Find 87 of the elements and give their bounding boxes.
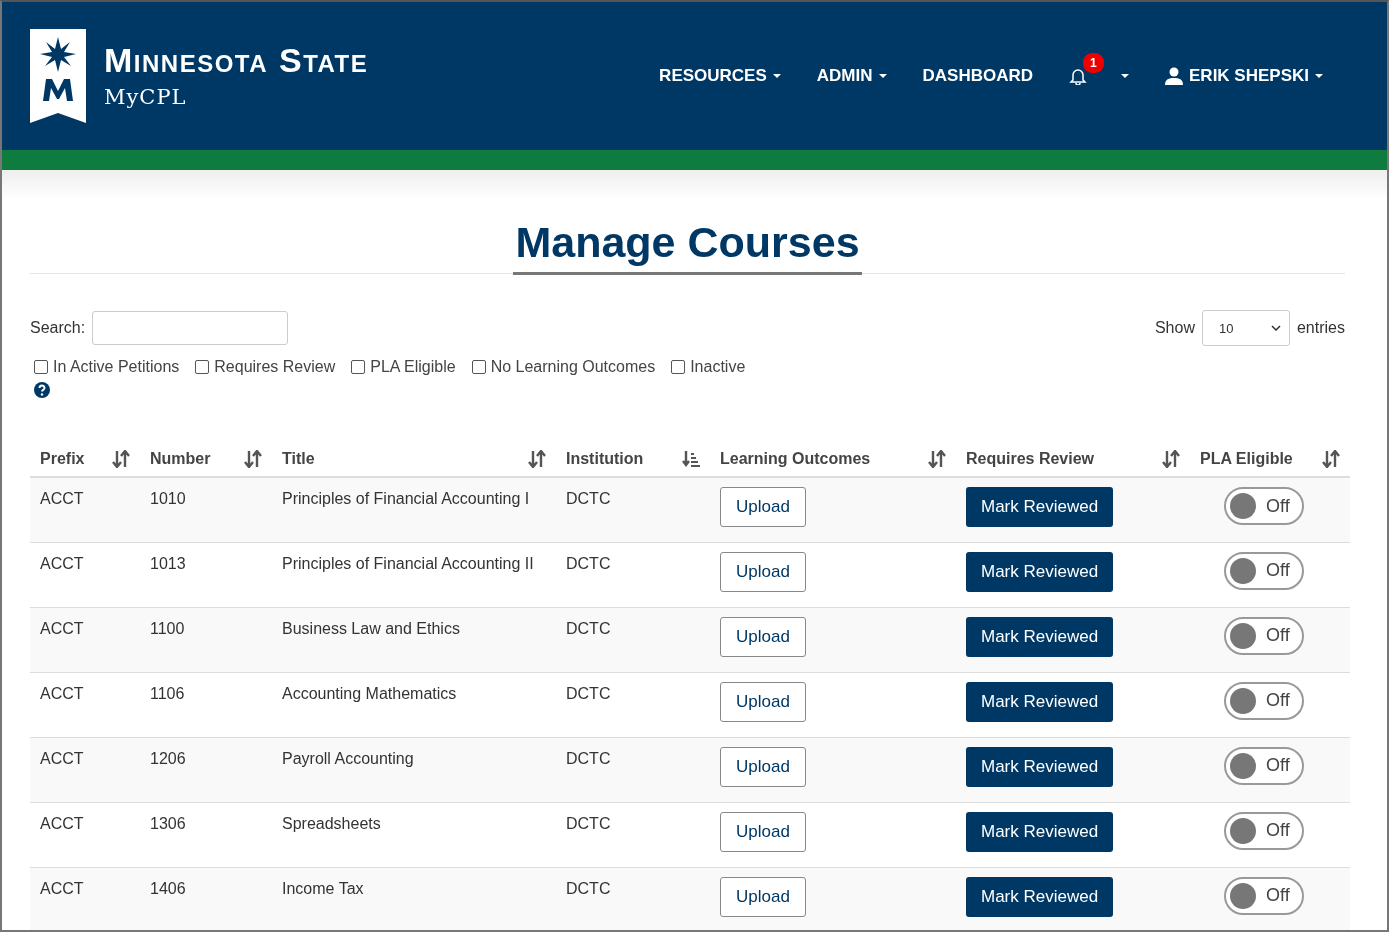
table-cell: 1406 bbox=[150, 879, 186, 897]
page-title: Manage Courses bbox=[513, 218, 862, 275]
brand-name: Minnesota State bbox=[104, 43, 369, 77]
column-header[interactable]: Title bbox=[282, 450, 315, 468]
table-cell: 1206 bbox=[150, 749, 186, 767]
filter-checkbox[interactable]: Requires Review bbox=[195, 358, 336, 376]
mark-reviewed-button[interactable]: Mark Reviewed bbox=[966, 616, 1114, 657]
search-label: Search: bbox=[30, 319, 86, 337]
user-menu[interactable]: ERIK SHEPSKI bbox=[1165, 66, 1323, 86]
user-icon bbox=[1165, 67, 1183, 85]
search-field[interactable] bbox=[92, 311, 289, 345]
filter-checkbox[interactable]: No Learning Outcomes bbox=[471, 358, 656, 376]
pla-toggle[interactable]: Off bbox=[1224, 681, 1304, 720]
table-cell: ACCT bbox=[40, 554, 84, 572]
mark-reviewed-button[interactable]: Mark Reviewed bbox=[966, 811, 1114, 852]
sort-ascending-icon[interactable] bbox=[682, 450, 700, 468]
pla-toggle[interactable]: Off bbox=[1224, 551, 1304, 590]
sort-icon[interactable] bbox=[1322, 450, 1340, 468]
upload-button[interactable]: Upload bbox=[720, 551, 806, 592]
product-name: MyCPL bbox=[104, 85, 188, 109]
show-label: Show bbox=[1154, 319, 1195, 337]
filter-checkbox[interactable]: Inactive bbox=[671, 358, 746, 376]
column-header[interactable]: Requires Review bbox=[966, 450, 1095, 468]
table-cell: ACCT bbox=[40, 879, 84, 897]
filter-checkbox[interactable]: PLA Eligible bbox=[351, 358, 456, 376]
help-icon[interactable] bbox=[34, 382, 50, 398]
mark-reviewed-button[interactable]: Mark Reviewed bbox=[966, 487, 1114, 527]
notification-count: 1 bbox=[1083, 53, 1104, 73]
table-cell: DCTC bbox=[566, 554, 611, 572]
table-cell: Business Law and Ethics bbox=[282, 619, 460, 637]
upload-button[interactable]: Upload bbox=[720, 811, 806, 852]
table-cell: ACCT bbox=[40, 684, 84, 702]
table-cell: 1106 bbox=[150, 684, 185, 702]
mark-reviewed-button[interactable]: Mark Reviewed bbox=[966, 681, 1114, 722]
table-cell: DCTC bbox=[566, 684, 611, 702]
mark-reviewed-button[interactable]: Mark Reviewed bbox=[966, 876, 1114, 917]
mark-reviewed-button[interactable]: Mark Reviewed bbox=[966, 551, 1114, 592]
pla-toggle[interactable]: Off bbox=[1224, 876, 1304, 915]
entries-select[interactable]: 10 bbox=[1201, 310, 1290, 346]
table-cell: 1010 bbox=[150, 490, 186, 507]
table-cell: DCTC bbox=[566, 749, 611, 767]
table-cell: Accounting Mathematics bbox=[282, 684, 457, 702]
table-cell: 1100 bbox=[150, 619, 185, 637]
nav-link[interactable]: RESOURCES bbox=[659, 66, 781, 86]
table-cell: 1013 bbox=[150, 554, 186, 572]
table-cell: ACCT bbox=[40, 814, 84, 832]
sort-icon[interactable] bbox=[528, 450, 546, 468]
column-header[interactable]: Institution bbox=[566, 450, 644, 468]
table-cell: DCTC bbox=[566, 814, 611, 832]
table-cell: ACCT bbox=[40, 490, 84, 507]
sort-icon[interactable] bbox=[1162, 450, 1180, 468]
column-header[interactable]: Prefix bbox=[40, 450, 85, 468]
sort-icon[interactable] bbox=[244, 450, 262, 468]
pla-toggle[interactable]: Off bbox=[1224, 746, 1304, 785]
column-header[interactable]: Learning Outcomes bbox=[720, 450, 871, 468]
upload-button[interactable]: Upload bbox=[720, 746, 806, 787]
nav-link[interactable]: DASHBOARD bbox=[922, 66, 1033, 86]
table-cell: Principles of Financial Accounting II bbox=[282, 554, 534, 572]
table-cell: ACCT bbox=[40, 749, 84, 767]
table-cell: Payroll Accounting bbox=[282, 749, 414, 767]
table-cell: Income Tax bbox=[282, 879, 364, 897]
table-cell: DCTC bbox=[566, 619, 611, 637]
upload-button[interactable]: Upload bbox=[720, 487, 806, 527]
entries-label: entries bbox=[1296, 319, 1345, 337]
column-header[interactable]: Number bbox=[150, 450, 211, 468]
upload-button[interactable]: Upload bbox=[720, 616, 806, 657]
table-cell: ACCT bbox=[40, 619, 84, 637]
sort-icon[interactable] bbox=[928, 450, 946, 468]
upload-button[interactable]: Upload bbox=[720, 876, 806, 917]
table-cell: DCTC bbox=[566, 879, 611, 897]
pla-toggle[interactable]: Off bbox=[1224, 616, 1304, 655]
mark-reviewed-button[interactable]: Mark Reviewed bbox=[966, 746, 1114, 787]
table-cell: DCTC bbox=[566, 490, 611, 507]
table-cell: 1306 bbox=[150, 814, 186, 832]
nav-link[interactable]: ADMIN bbox=[816, 66, 887, 86]
sort-icon[interactable] bbox=[112, 450, 130, 468]
column-header[interactable]: PLA Eligible bbox=[1200, 450, 1293, 468]
upload-button[interactable]: Upload bbox=[720, 681, 806, 722]
filter-checkbox[interactable]: In Active Petitions bbox=[34, 358, 180, 376]
pla-toggle[interactable]: Off bbox=[1224, 487, 1304, 525]
table-cell: Spreadsheets bbox=[282, 814, 381, 832]
chevron-down-icon bbox=[1270, 325, 1281, 331]
pla-toggle[interactable]: Off bbox=[1224, 811, 1304, 850]
table-cell: Principles of Financial Accounting I bbox=[282, 490, 530, 507]
caret-icon[interactable] bbox=[1121, 74, 1129, 78]
star-m-logo-icon bbox=[30, 29, 86, 123]
bell-icon[interactable] bbox=[1069, 67, 1087, 85]
